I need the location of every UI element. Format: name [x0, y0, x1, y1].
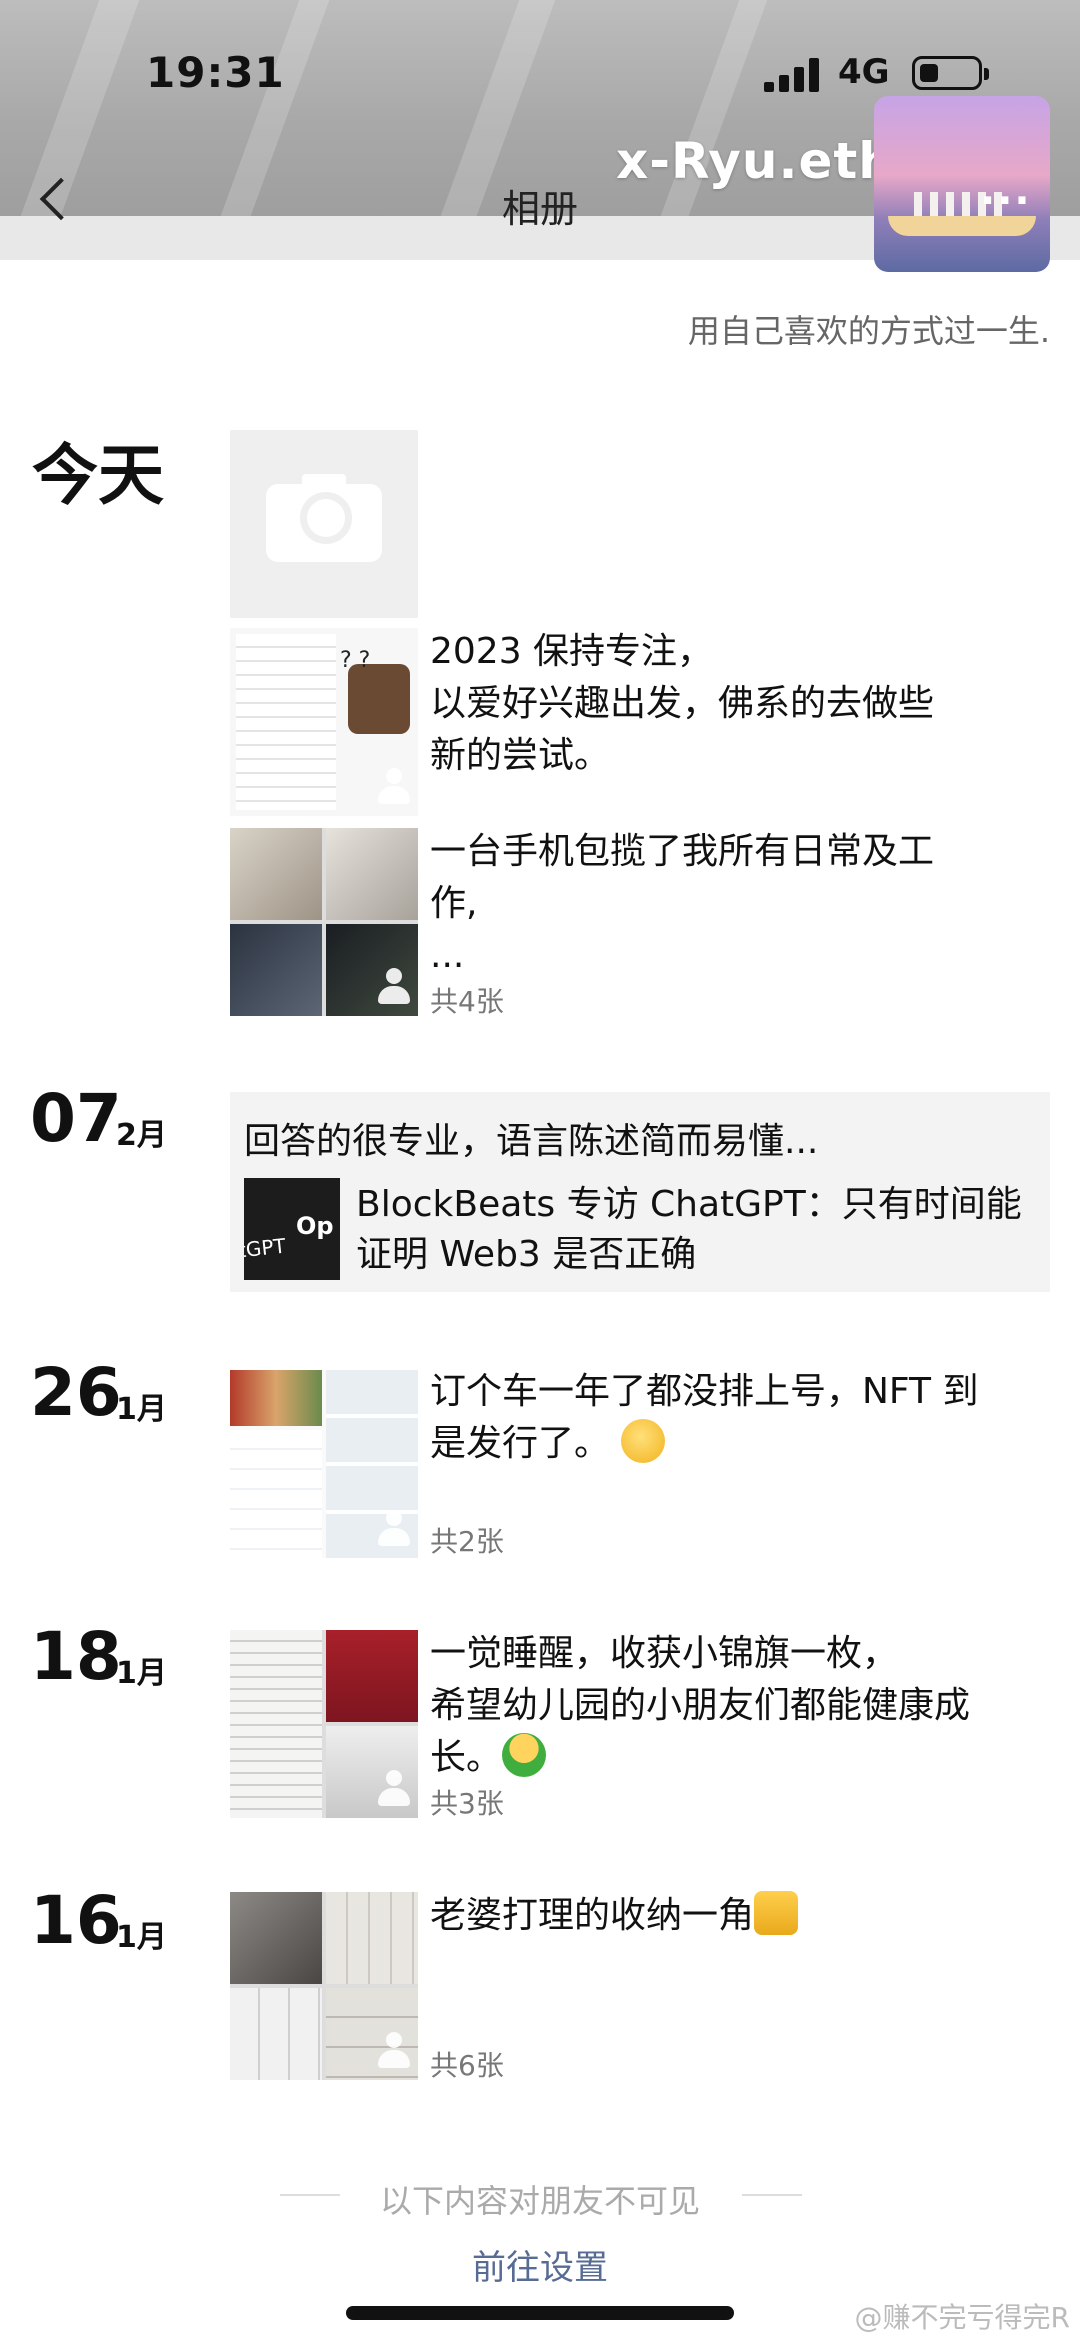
- more-button[interactable]: ···: [980, 178, 1032, 224]
- multi-photo-icon: [376, 2032, 412, 2070]
- hugging-face-icon: [502, 1733, 547, 1777]
- photo-count: 共6张: [430, 2049, 504, 2082]
- share-comment: 回答的很专业，语言陈述简而易懂...: [244, 1121, 819, 1162]
- post-thumbnail[interactable]: [230, 1370, 418, 1558]
- status-time: 19:31: [146, 48, 285, 97]
- flushed-face-icon: [621, 1419, 666, 1463]
- date-day: 16: [30, 1882, 122, 1959]
- date-day: 26: [30, 1354, 122, 1431]
- post-thumbnail[interactable]: [230, 828, 418, 1016]
- multi-photo-icon: [376, 968, 412, 1006]
- go-to-settings-link[interactable]: 前往设置: [0, 2240, 1080, 2289]
- post-text[interactable]: 一台手机包揽了我所有日常及工 作, ...: [430, 826, 934, 982]
- post-thumbnail[interactable]: [230, 1630, 418, 1818]
- camera-upload-button[interactable]: [230, 430, 418, 618]
- home-indicator[interactable]: [346, 2306, 734, 2320]
- post-text[interactable]: 2023 保持专注， 以爱好兴趣出发，佛系的去做些 新的尝试。: [430, 626, 934, 782]
- signal-icon: [764, 58, 822, 92]
- multi-photo-icon: [376, 1770, 412, 1808]
- photo-count: 共3张: [430, 1787, 504, 1820]
- watermark: @赚不完亏得完R: [854, 2301, 1070, 2334]
- post-text[interactable]: 订个车一年了都没排上号，NFT 到 是发行了。: [430, 1366, 978, 1470]
- date-day: 18: [30, 1618, 122, 1695]
- post-thumbnail[interactable]: [230, 1892, 418, 2080]
- date-day: 07: [30, 1080, 122, 1157]
- thumbs-up-icon: [754, 1891, 799, 1935]
- photo-count: 共2张: [430, 1525, 504, 1558]
- photo-count: 共4张: [430, 985, 504, 1018]
- camera-icon: [300, 492, 352, 544]
- visibility-notice: 以下内容对朋友不可见: [379, 2182, 700, 2220]
- network-type: 4G: [838, 52, 890, 92]
- multi-photo-icon: [376, 768, 412, 806]
- multi-photo-icon: [376, 1510, 412, 1548]
- date-month: 1月: [116, 1656, 167, 1691]
- date-month: 1月: [116, 1392, 167, 1427]
- date-month: 1月: [116, 1920, 167, 1955]
- article-title: BlockBeats 专访 ChatGPT：只有时间能证明 Web3 是否正确: [356, 1184, 1022, 1275]
- post-text[interactable]: 一觉睡醒，收获小锦旗一枚， 希望幼儿园的小朋友们都能健康成 长。: [430, 1628, 970, 1784]
- post-thumbnail[interactable]: ? ?: [230, 628, 418, 816]
- battery-icon: [912, 56, 989, 90]
- post-text[interactable]: 老婆打理的收纳一角: [430, 1890, 799, 1942]
- article-thumbnail: tGPT Op: [244, 1178, 340, 1280]
- username: x-Ryu.eth: [616, 132, 895, 190]
- date-month: 2月: [116, 1118, 167, 1153]
- date-today: 今天: [32, 437, 164, 514]
- profile-signature: 用自己喜欢的方式过一生.: [687, 312, 1050, 350]
